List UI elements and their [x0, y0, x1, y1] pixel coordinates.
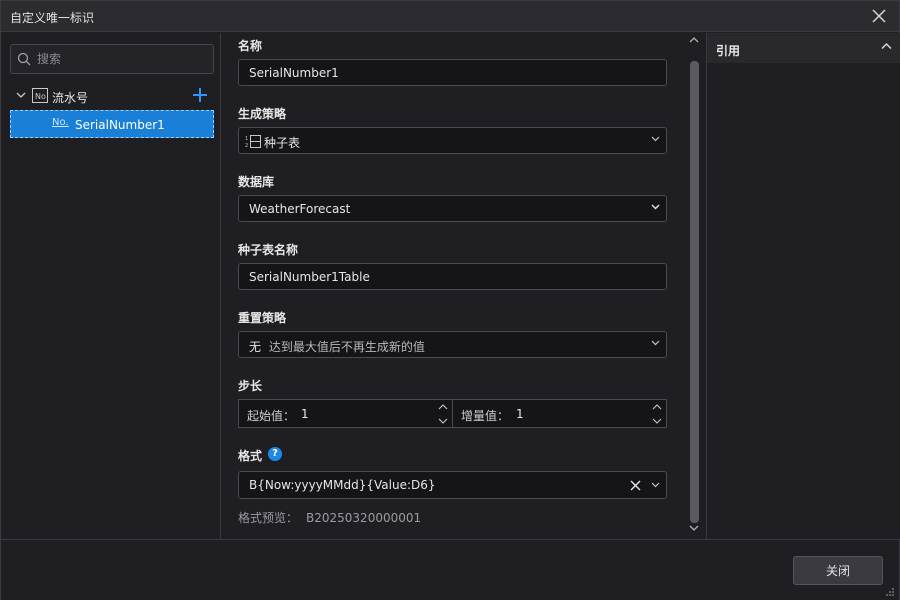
- format-value: B{Now:yyyyMMdd}{Value:D6}: [249, 478, 436, 492]
- window-title: 自定义唯一标识: [10, 11, 95, 25]
- help-icon[interactable]: ?: [268, 447, 282, 461]
- database-value: WeatherForecast: [249, 202, 351, 216]
- chevron-down-icon[interactable]: [16, 91, 26, 99]
- search-icon: [17, 52, 31, 66]
- start-value-stepper[interactable]: 起始值： 1: [238, 399, 453, 428]
- strategy-label: 生成策略: [238, 107, 287, 121]
- name-input[interactable]: SerialNumber1: [238, 59, 667, 86]
- reset-select[interactable]: 无 达到最大值后不再生成新的值: [238, 331, 667, 358]
- reference-title: 引用: [716, 44, 741, 58]
- dialog-footer: 关闭: [1, 539, 899, 600]
- svg-text:1: 1: [245, 136, 248, 142]
- svg-text:No: No: [35, 92, 46, 101]
- database-label: 数据库: [238, 175, 275, 189]
- resize-grip-icon[interactable]: [885, 587, 895, 597]
- name-label: 名称: [238, 39, 263, 53]
- format-label: 格式: [238, 449, 263, 463]
- chevron-up-icon[interactable]: [881, 42, 892, 50]
- step-label: 步长: [238, 379, 263, 393]
- form-panel: 名称 SerialNumber1 生成策略 1 2 种子表 数据库 Weathe…: [222, 33, 705, 539]
- scrollbar-thumb[interactable]: [690, 61, 699, 523]
- seed-table-input[interactable]: SerialNumber1Table: [238, 263, 667, 290]
- format-preview-label: 格式预览：: [238, 511, 299, 525]
- increment-label: 增量值：: [461, 409, 510, 423]
- seed-table-value: SerialNumber1Table: [249, 270, 370, 284]
- close-icon[interactable]: [869, 6, 889, 26]
- reference-panel: 引用: [706, 33, 900, 539]
- chevron-down-icon: [651, 136, 660, 142]
- serial-number-icon: No: [32, 88, 48, 103]
- tree-group-serial[interactable]: No 流水号: [10, 85, 214, 107]
- tree-item-label: SerialNumber1: [75, 118, 165, 132]
- strategy-value: 种子表: [264, 136, 301, 150]
- start-value: 1: [301, 407, 309, 421]
- chevron-down-icon: [651, 340, 660, 346]
- number-icon: No.: [52, 117, 69, 128]
- spinner-arrows-icon[interactable]: [438, 402, 448, 426]
- format-input[interactable]: B{Now:yyyyMMdd}{Value:D6}: [238, 471, 667, 499]
- seed-table-label: 种子表名称: [238, 243, 299, 257]
- title-bar: 自定义唯一标识: [1, 1, 899, 32]
- add-icon[interactable]: [192, 87, 208, 103]
- strategy-select[interactable]: 1 2 种子表: [238, 127, 667, 154]
- tree-item-serialnumber1[interactable]: No. SerialNumber1: [10, 110, 214, 138]
- close-button[interactable]: 关闭: [793, 556, 883, 585]
- chevron-down-icon[interactable]: [651, 482, 660, 488]
- dialog-window: 自定义唯一标识 No 流水号 No.: [0, 0, 900, 600]
- spinner-arrows-icon[interactable]: [652, 402, 662, 426]
- scroll-down-icon[interactable]: [688, 524, 700, 532]
- increment-value: 1: [516, 407, 524, 421]
- tree-panel: No 流水号 No. SerialNumber1: [1, 33, 221, 539]
- database-select[interactable]: WeatherForecast: [238, 195, 667, 222]
- clear-icon[interactable]: [630, 480, 641, 491]
- start-value-label: 起始值：: [247, 409, 296, 423]
- reset-value-desc: 达到最大值后不再生成新的值: [268, 340, 425, 354]
- scroll-up-icon[interactable]: [688, 36, 700, 44]
- tree-group-label: 流水号: [52, 91, 89, 105]
- reset-value-main: 无: [249, 340, 262, 354]
- chevron-down-icon: [651, 204, 660, 210]
- reset-value: 无 达到最大值后不再生成新的值: [249, 338, 425, 355]
- reset-label: 重置策略: [238, 311, 287, 325]
- search-box[interactable]: [10, 44, 214, 74]
- name-value: SerialNumber1: [249, 66, 339, 80]
- search-input[interactable]: [37, 50, 207, 68]
- format-preview-value: B20250320000001: [306, 511, 422, 525]
- svg-text:2: 2: [245, 143, 248, 148]
- reference-header[interactable]: 引用: [707, 33, 900, 63]
- seed-table-icon: 1 2: [245, 135, 261, 148]
- format-preview: 格式预览： B20250320000001: [238, 509, 421, 526]
- increment-stepper[interactable]: 增量值： 1: [452, 399, 667, 428]
